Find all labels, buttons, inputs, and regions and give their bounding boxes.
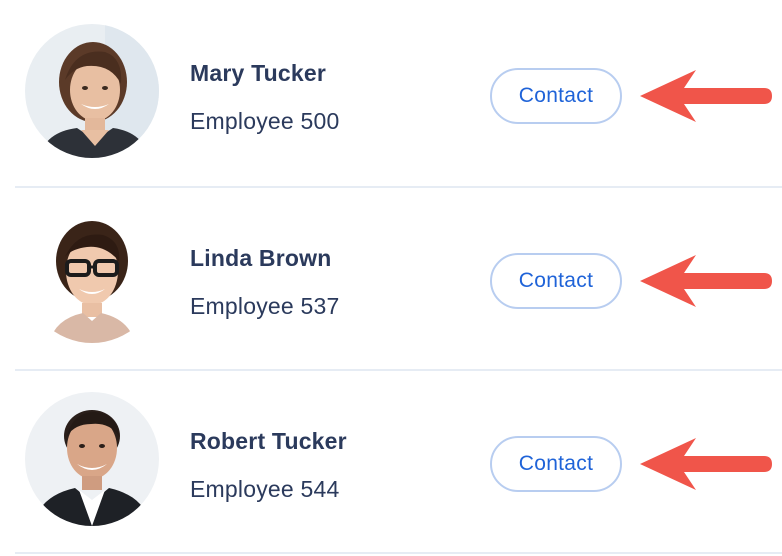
employee-row: Mary Tucker Employee 500 Contact <box>0 2 782 188</box>
employee-number: Employee 544 <box>190 476 340 502</box>
employee-row: Robert Tucker Employee 544 Contact <box>0 370 782 554</box>
row-divider <box>15 552 782 554</box>
employee-row: Linda Brown Employee 537 Contact <box>0 187 782 371</box>
contact-button[interactable]: Contact <box>490 253 622 309</box>
employee-number: Employee 500 <box>190 108 340 134</box>
employee-list: Mary Tucker Employee 500 Contact Linda B… <box>0 0 782 556</box>
red-left-arrow-icon <box>640 70 772 122</box>
avatar <box>25 209 159 343</box>
avatar <box>25 24 159 158</box>
avatar-woman-glasses-icon <box>25 209 159 343</box>
avatar-woman-short-hair-icon <box>25 24 159 158</box>
contact-button[interactable]: Contact <box>490 436 622 492</box>
red-left-arrow-icon <box>640 438 772 490</box>
avatar-man-suit-icon <box>25 392 159 526</box>
employee-number: Employee 537 <box>190 293 340 319</box>
red-left-arrow-icon <box>640 255 772 307</box>
avatar <box>25 392 159 526</box>
employee-name: Mary Tucker <box>190 60 326 86</box>
employee-name: Robert Tucker <box>190 428 347 454</box>
employee-name: Linda Brown <box>190 245 332 271</box>
contact-button[interactable]: Contact <box>490 68 622 124</box>
